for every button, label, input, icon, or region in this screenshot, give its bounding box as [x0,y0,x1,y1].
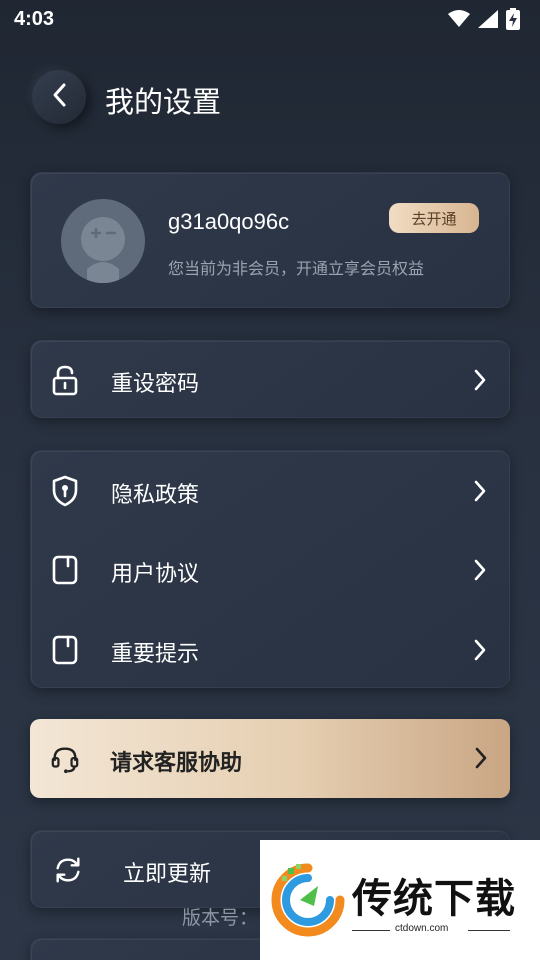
divider [468,930,510,931]
watermark-url: ctdown.com [395,923,449,934]
chevron-right-icon [474,747,488,769]
chevron-right-icon [473,369,487,391]
menu-label: 重设密码 [111,372,200,397]
chevron-right-icon [473,480,487,502]
menu-item-reset-password[interactable]: 重设密码 [31,341,509,419]
unlock-icon [50,364,80,396]
document-icon [50,554,80,586]
menu-label: 重要提示 [111,642,200,667]
battery-charging-icon [506,8,520,30]
back-button[interactable] [32,70,86,124]
member-note: 您当前为非会员，开通立享会员权益 [168,259,425,278]
menu-item-important-notice[interactable]: 重要提示 [31,611,509,689]
version-label: 版本号： [182,907,259,929]
document-icon [50,634,80,666]
watermark-brand: 传统下载 [352,876,516,922]
signal-icon [478,10,498,28]
customer-service-button[interactable]: 请求客服协助 [30,719,510,798]
chevron-left-icon [51,82,67,112]
menu-label: 隐私政策 [111,483,200,508]
menu-item-user-agreement[interactable]: 用户协议 [31,531,509,609]
shield-icon [50,475,80,507]
status-bar: 4:03 [0,0,540,38]
status-time: 4:03 [14,7,55,30]
service-label: 请求客服协助 [110,751,243,776]
watermark-logo [270,862,346,942]
divider [352,930,390,931]
status-icons [448,8,520,30]
header: 我的设置 [0,62,540,132]
page-title: 我的设置 [105,85,222,119]
headset-icon [50,743,80,775]
policy-card: 隐私政策 用户协议 重要提示 [30,450,510,688]
avatar[interactable] [61,199,145,283]
watermark: 传统下载 ctdown.com [260,840,540,960]
open-membership-button[interactable]: 去开通 [389,203,479,233]
chevron-right-icon [473,559,487,581]
menu-item-privacy-policy[interactable]: 隐私政策 [31,452,509,530]
menu-label: 立即更新 [123,862,212,887]
menu-label: 用户协议 [111,562,200,587]
chevron-right-icon [473,639,487,661]
reset-password-card[interactable]: 重设密码 [30,340,510,418]
refresh-icon [53,854,83,886]
username: g31a0qo96c [168,209,290,234]
profile-card[interactable]: g31a0qo96c 您当前为非会员，开通立享会员权益 去开通 [30,172,510,308]
wifi-icon [448,10,470,28]
